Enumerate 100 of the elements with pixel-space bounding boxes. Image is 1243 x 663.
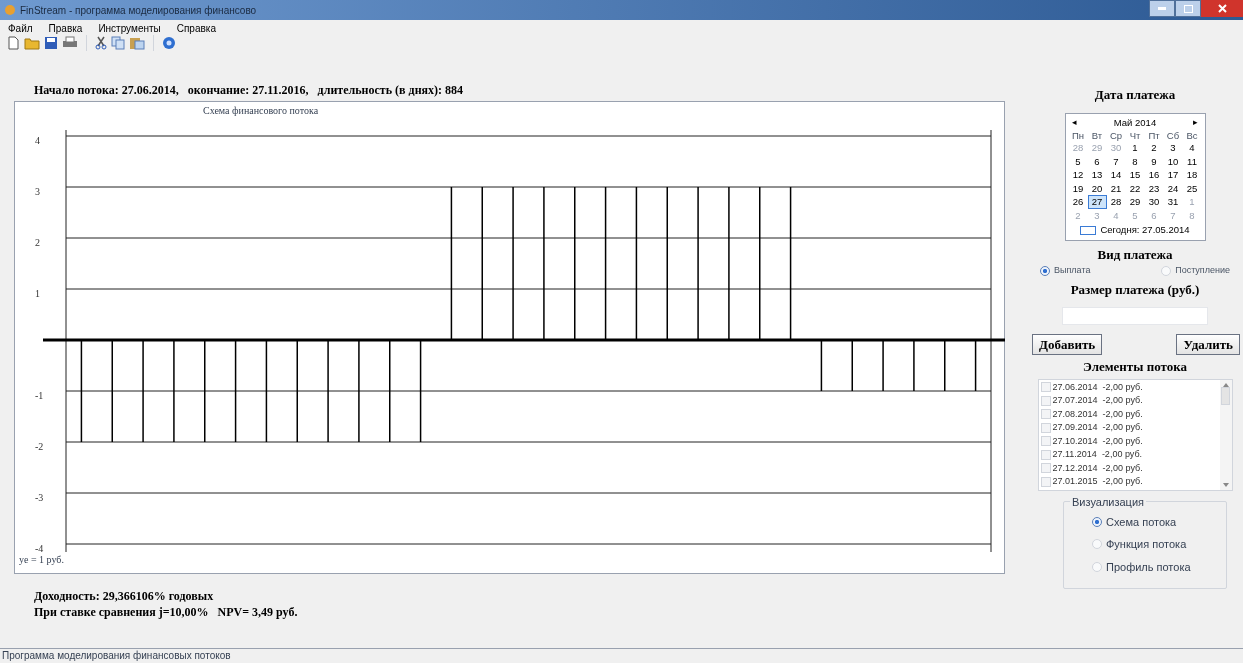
minimize-icon [1158,7,1166,10]
list-item[interactable]: 27.11.2014 -2,00 руб. [1052,448,1143,462]
scrollbar-thumb[interactable] [1221,386,1230,405]
calendar-day[interactable]: 12 [1068,168,1088,182]
axis-tick-label: 4 [35,135,40,146]
radio-button[interactable] [1040,265,1050,276]
new-document-icon[interactable] [6,36,20,50]
section-title: Элементы потока [1083,358,1187,376]
calendar-day[interactable]: 13 [1087,168,1107,182]
scissors-icon[interactable] [95,36,107,50]
checkbox[interactable] [1040,395,1051,406]
today-link[interactable]: Сегодня: 27.05.2014 [1100,223,1190,238]
weekday-label: Ср [1108,129,1124,142]
window-title: FinStream - программа моделирования финансово [20,3,257,18]
calendar-day[interactable]: 10 [1163,154,1183,169]
close-icon [1217,4,1227,13]
calendar-day[interactable]: 3 [1163,141,1183,155]
list-item[interactable]: 27.12.2014 -2,00 руб. [1052,461,1143,475]
help-icon[interactable] [162,36,176,50]
list-item[interactable]: 27.01.2015 -2,00 руб. [1052,475,1143,489]
calendar-day[interactable]: 1 [1125,141,1145,155]
list-item[interactable]: 27.06.2014 -2,00 руб. [1052,380,1143,394]
chart-title: Схема финансового потока [203,104,319,118]
axis-tick-label: 2 [35,237,40,248]
calendar-day[interactable]: 29 [1125,195,1145,209]
radio-label[interactable]: Схема потока [1106,513,1177,530]
calendar-day[interactable]: 7 [1106,154,1126,169]
app-icon [4,4,16,16]
action-button[interactable]: Добавить [1032,334,1103,355]
axis-tick-label: -2 [35,441,44,452]
calendar-day[interactable]: 9 [1144,154,1164,169]
checkbox[interactable] [1040,422,1051,433]
scroll-down-icon[interactable] [1222,482,1229,487]
flow-summary: Начало потока: 27.06.2014, окончание: 27.11.2016, длительность (в днях): 884 [34,82,465,99]
calendar-day[interactable]: 22 [1125,181,1145,196]
unit-label: ye = 1 руб. [19,553,64,567]
calendar-day[interactable]: 24 [1163,181,1183,196]
checkbox[interactable] [1040,463,1051,474]
calendar-day[interactable]: 27 [1087,195,1107,209]
calendar-day[interactable]: 30 [1144,195,1164,209]
calendar-day[interactable]: 26 [1068,195,1088,209]
calendar-day[interactable]: 19 [1068,181,1088,196]
weekday-label: Вс [1185,129,1199,142]
calendar-day[interactable]: 15 [1125,168,1145,182]
checkbox[interactable] [1040,382,1051,393]
calendar-day[interactable]: 5 [1068,154,1088,169]
calendar-day[interactable]: 16 [1144,168,1164,182]
close-button[interactable] [1201,0,1243,17]
scrollbar[interactable] [1219,379,1232,490]
menu-item[interactable]: Файл [8,20,33,36]
list-item[interactable]: 27.10.2014 -2,00 руб. [1052,434,1143,448]
folder-icon[interactable] [24,36,40,50]
checkbox[interactable] [1040,449,1051,460]
minimize-button[interactable] [1149,0,1175,17]
axis-tick-label: -1 [35,390,44,401]
print-icon[interactable] [62,36,78,50]
calendar-day[interactable]: 6 [1087,154,1107,169]
calendar-day[interactable]: 18 [1182,168,1202,182]
menu-item[interactable]: Справка [176,20,216,36]
checkbox[interactable] [1040,476,1051,487]
checkbox[interactable] [1040,436,1051,447]
calendar-day[interactable]: 11 [1182,154,1202,169]
axis-tick-label: 3 [35,186,40,197]
paste-icon[interactable] [129,36,145,50]
maximize-button[interactable] [1175,0,1201,17]
calendar-day[interactable]: 23 [1144,181,1164,196]
calendar[interactable]: ◂ Май 2014 ▸ Пн Вт Ср Чт Пт Сб Вс 28 29 30 1 2 3 4 5 6 7 8 9 10 11 12 13 14 15 16 17 18 19 20 21 22 23 24 25 26 27 28 29 30 31 1 2 3 4 5 6 7 8 Сегодня: 27.05.2014 [1064,112,1206,241]
calendar-day[interactable]: 8 [1125,154,1145,169]
flow-elements-list[interactable]: 27.06.2014 -2,00 руб. 27.07.2014 -2,00 руб. 27.08.2014 -2,00 руб. 27.09.2014 -2,00 руб. 27.10.2014 -2,00 руб. 27.11.2014 -2,00 руб. 27.12.2014 -2,00 руб. 27.01.2015 -2,00 руб. [1037,378,1233,491]
calendar-day[interactable]: 20 [1087,181,1107,196]
calendar-day[interactable]: 31 [1163,195,1183,209]
calendar-day[interactable]: 14 [1106,168,1126,182]
weekday-label: Вт [1090,129,1104,142]
menu-item[interactable]: Инструменты [98,20,161,36]
calendar-day[interactable]: 4 [1182,141,1202,155]
calendar-day[interactable]: 21 [1106,181,1126,196]
list-item[interactable]: 27.07.2014 -2,00 руб. [1052,394,1143,408]
next-month-button[interactable]: ▸ [1193,115,1199,130]
previous-month-button[interactable]: ◂ [1071,115,1077,130]
weekday-label: Чт [1128,129,1142,142]
calendar-day[interactable]: 28 [1106,195,1126,209]
save-icon[interactable] [44,36,58,50]
amount-field[interactable] [1062,307,1208,325]
radio-label[interactable]: Выплата [1054,264,1091,278]
radio-label[interactable]: Поступление [1175,264,1230,278]
action-button[interactable]: Удалить [1176,334,1240,355]
checkbox[interactable] [1040,409,1051,420]
list-item[interactable]: 27.08.2014 -2,00 руб. [1052,407,1143,421]
calendar-day[interactable]: 17 [1163,168,1183,182]
radio-button[interactable] [1092,516,1102,527]
list-item[interactable]: 27.09.2014 -2,00 руб. [1052,421,1143,435]
axis-tick-label: -3 [35,492,44,503]
section-title: Вид платежа [1097,245,1173,264]
calendar-day[interactable]: 25 [1182,181,1202,196]
menu-item[interactable]: Правка [48,20,83,36]
radio-label[interactable]: Профиль потока [1106,558,1191,575]
section-title: Размер платежа (руб.) [1070,280,1200,299]
weekday-label: Пн [1070,129,1086,142]
radio-label[interactable]: Функция потока [1106,536,1187,553]
calendar-day[interactable]: 2 [1144,141,1164,155]
